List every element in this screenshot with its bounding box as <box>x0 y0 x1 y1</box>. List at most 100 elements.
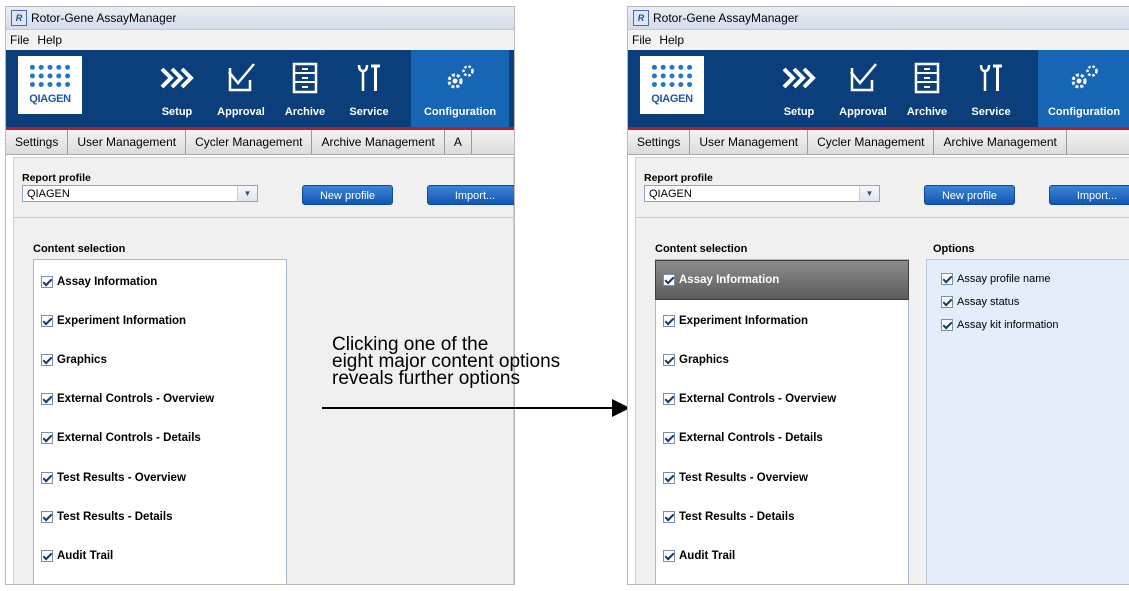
option-assay-kit-information[interactable]: Assay kit information <box>941 319 1058 331</box>
service-tools-icon <box>960 60 1022 96</box>
app-icon: R <box>633 10 649 26</box>
checkbox[interactable] <box>663 274 675 286</box>
nav-setup-button[interactable]: Setup <box>768 50 830 127</box>
checkbox[interactable] <box>663 511 675 523</box>
content-item-audit-trail[interactable]: Audit Trail <box>656 538 908 574</box>
nav-service-button[interactable]: Service <box>338 50 400 127</box>
content-selection-list: Assay Information Experiment Information… <box>655 259 909 584</box>
option-assay-profile-name[interactable]: Assay profile name <box>941 273 1051 285</box>
setup-chevrons-icon <box>768 60 830 96</box>
nav-configuration-button[interactable]: Configuration <box>1038 50 1129 127</box>
nav-service-button[interactable]: Service <box>960 50 1022 127</box>
divider <box>636 217 1129 218</box>
tab-user-management[interactable]: User Management <box>690 130 809 154</box>
nav-archive-button[interactable]: Archive <box>896 50 958 127</box>
checkbox[interactable] <box>663 354 675 366</box>
content-item-label: Assay Information <box>57 276 158 288</box>
checkbox[interactable] <box>941 273 953 285</box>
menu-bar: File Help <box>628 30 1129 50</box>
tab-settings[interactable]: Settings <box>6 130 69 154</box>
approval-check-icon <box>832 60 894 96</box>
checkbox[interactable] <box>41 354 53 366</box>
checkbox[interactable] <box>941 296 953 308</box>
checkbox[interactable] <box>663 432 675 444</box>
menu-help[interactable]: Help <box>655 33 688 47</box>
nav-configuration-button[interactable]: Configuration <box>411 50 509 127</box>
checkbox[interactable] <box>663 550 675 562</box>
screenshot-before: R Rotor-Gene AssayManager File Help QIAG… <box>5 6 515 585</box>
checkbox[interactable] <box>41 511 53 523</box>
logo-dots-icon <box>650 63 694 89</box>
tab-cycler-management[interactable]: Cycler Management <box>186 130 313 154</box>
checkbox[interactable] <box>663 472 675 484</box>
nav-configuration-label: Configuration <box>423 106 497 118</box>
checkbox[interactable] <box>41 432 53 444</box>
menu-file[interactable]: File <box>6 33 33 47</box>
content-item-label: Audit Trail <box>57 550 114 562</box>
content-item-assay-information[interactable]: Assay Information <box>655 260 909 300</box>
report-profile-value: QIAGEN <box>27 188 70 200</box>
checkbox[interactable] <box>663 315 675 327</box>
content-item-test-results-details[interactable]: Test Results - Details <box>656 499 908 535</box>
checkbox[interactable] <box>41 550 53 562</box>
content-item-external-controls-overview[interactable]: External Controls - Overview <box>34 381 286 417</box>
report-profile-select[interactable]: QIAGEN ▼ <box>644 185 880 202</box>
tab-user-management[interactable]: User Management <box>68 130 187 154</box>
window-title: Rotor-Gene AssayManager <box>31 11 177 25</box>
service-tools-icon <box>338 60 400 96</box>
content-item-label: Test Results - Details <box>57 511 173 523</box>
menu-file[interactable]: File <box>628 33 655 47</box>
nav-setup-button[interactable]: Setup <box>146 50 208 127</box>
main-nav: QIAGEN Setup Approval Archive Service Co… <box>628 50 1129 130</box>
options-title: Options <box>933 243 975 255</box>
checkbox[interactable] <box>41 393 53 405</box>
tab-cycler-management[interactable]: Cycler Management <box>808 130 935 154</box>
content-item-test-results-overview[interactable]: Test Results - Overview <box>656 460 908 496</box>
content-item-test-results-overview[interactable]: Test Results - Overview <box>34 460 286 496</box>
archive-cabinet-icon <box>896 60 958 96</box>
option-assay-status[interactable]: Assay status <box>941 296 1019 308</box>
nav-service-label: Service <box>971 106 1011 118</box>
import-button[interactable]: Import... <box>427 185 514 205</box>
tab-archive-management[interactable]: Archive Management <box>934 130 1067 154</box>
content-item-test-results-details[interactable]: Test Results - Details <box>34 499 286 535</box>
checkbox[interactable] <box>941 319 953 331</box>
report-profile-label: Report profile <box>22 172 91 184</box>
report-profile-area: Report profile QIAGEN ▼ New profile Impo… <box>635 157 1129 584</box>
divider <box>14 217 513 218</box>
content-item-audit-trail[interactable]: Audit Trail <box>34 538 286 574</box>
report-profile-select[interactable]: QIAGEN ▼ <box>22 185 258 202</box>
checkbox[interactable] <box>663 393 675 405</box>
nav-archive-button[interactable]: Archive <box>274 50 336 127</box>
import-button[interactable]: Import... <box>1049 185 1129 205</box>
content-item-external-controls-overview[interactable]: External Controls - Overview <box>656 381 908 417</box>
content-selection-title: Content selection <box>655 243 748 255</box>
screenshot-after: R Rotor-Gene AssayManager File Help QIAG… <box>627 6 1129 585</box>
content-item-external-controls-details[interactable]: External Controls - Details <box>34 420 286 456</box>
checkbox[interactable] <box>41 315 53 327</box>
new-profile-button[interactable]: New profile <box>924 185 1015 205</box>
options-panel: Assay profile name Assay status Assay ki… <box>926 259 1129 584</box>
new-profile-button[interactable]: New profile <box>302 185 393 205</box>
content-selection-title: Content selection <box>33 243 126 255</box>
checkbox[interactable] <box>41 276 53 288</box>
checkbox[interactable] <box>41 472 53 484</box>
content-item-external-controls-details[interactable]: External Controls - Details <box>656 420 908 456</box>
menu-help[interactable]: Help <box>33 33 66 47</box>
content-item-label: Test Results - Overview <box>679 472 808 484</box>
dropdown-arrow-icon: ▼ <box>237 186 257 201</box>
content-item-experiment-information[interactable]: Experiment Information <box>656 303 908 339</box>
content-item-graphics[interactable]: Graphics <box>34 342 286 378</box>
tab-settings[interactable]: Settings <box>628 130 691 154</box>
annotation-text: Clicking one of the eight major content … <box>332 335 560 388</box>
content-item-assay-information[interactable]: Assay Information <box>34 264 286 300</box>
qiagen-logo: QIAGEN <box>18 56 82 114</box>
content-item-experiment-information[interactable]: Experiment Information <box>34 303 286 339</box>
approval-check-icon <box>210 60 272 96</box>
content-item-label: External Controls - Overview <box>679 393 837 405</box>
nav-approval-button[interactable]: Approval <box>832 50 894 127</box>
tab-archive-management[interactable]: Archive Management <box>312 130 445 154</box>
nav-approval-button[interactable]: Approval <box>210 50 272 127</box>
content-item-graphics[interactable]: Graphics <box>656 342 908 378</box>
tab-more[interactable]: A <box>445 130 472 154</box>
